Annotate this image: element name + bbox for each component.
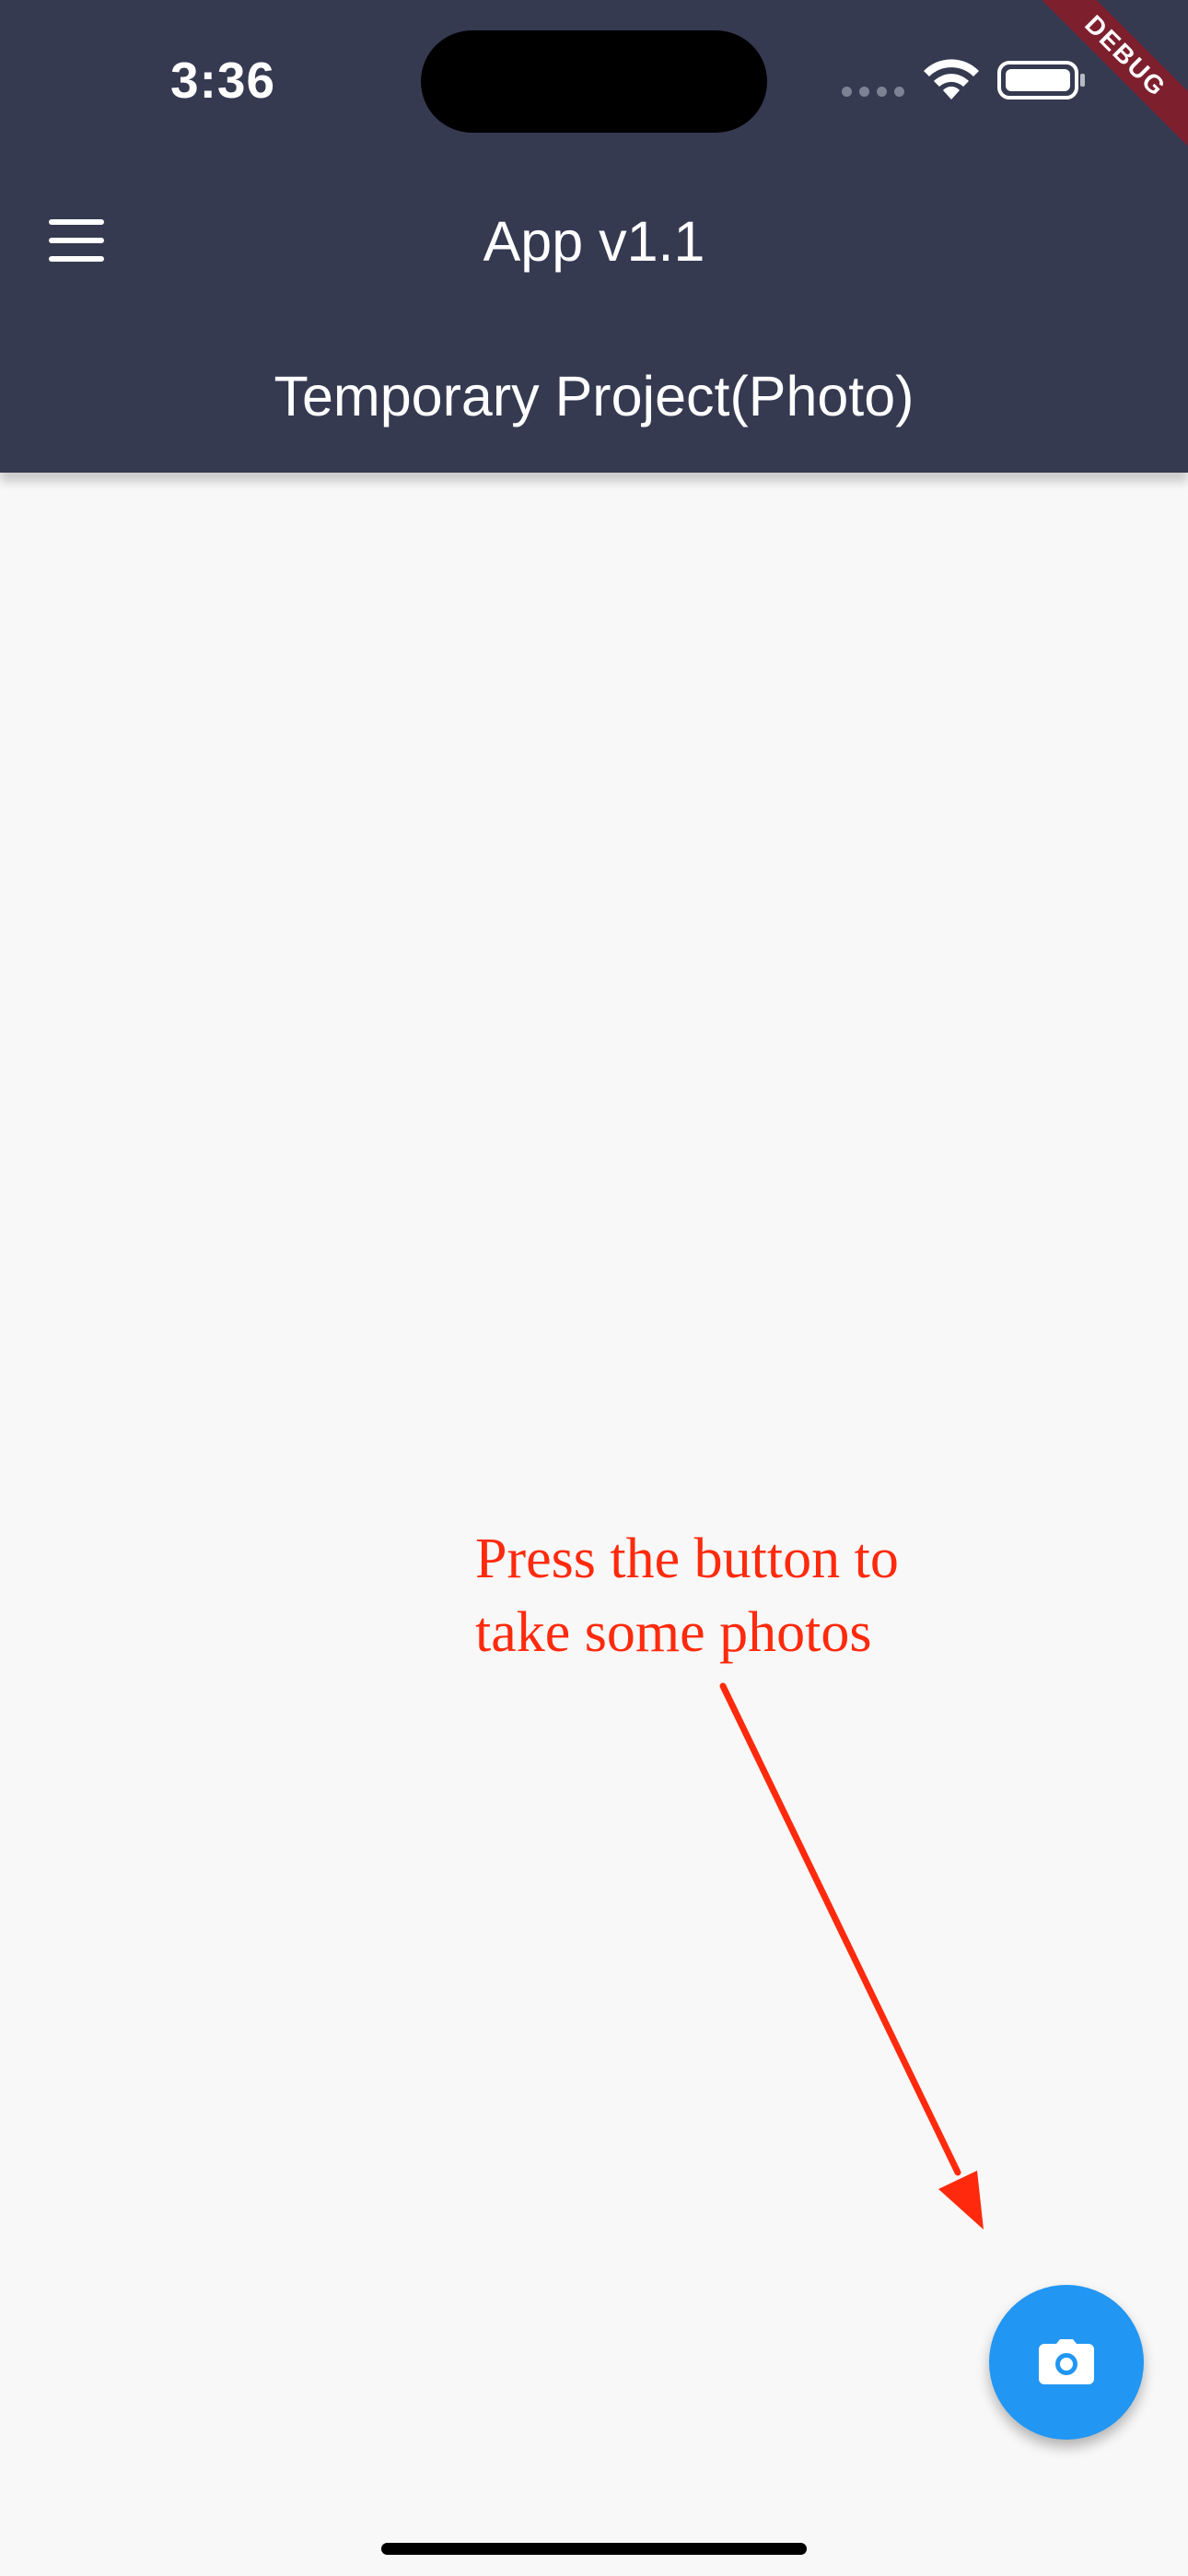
wifi-icon bbox=[924, 59, 979, 100]
status-time: 3:36 bbox=[170, 52, 276, 109]
battery-icon bbox=[997, 61, 1085, 100]
app-title: App v1.1 bbox=[483, 210, 705, 273]
hamburger-line bbox=[49, 256, 104, 262]
take-photo-button[interactable] bbox=[989, 2285, 1144, 2440]
signal-dots-icon bbox=[842, 87, 906, 98]
hamburger-line bbox=[49, 219, 104, 225]
project-header: Temporary Project(Photo) bbox=[0, 316, 1188, 473]
instruction-annotation: Press the button to take some photos bbox=[475, 1528, 899, 1664]
app-bar: 3:36 App v1.1 DEBUG bbox=[0, 0, 1188, 316]
camera-icon bbox=[1039, 2339, 1094, 2384]
dynamic-island bbox=[421, 30, 767, 133]
annotation-arrow-icon bbox=[719, 1682, 984, 2230]
home-indicator[interactable] bbox=[381, 2543, 807, 2555]
app-screen: 3:36 App v1.1 DEBUG Temporary Project(Ph… bbox=[0, 0, 1188, 2576]
hamburger-line bbox=[49, 238, 104, 243]
hamburger-menu-button[interactable] bbox=[49, 219, 104, 262]
project-title: Temporary Project(Photo) bbox=[274, 365, 914, 427]
